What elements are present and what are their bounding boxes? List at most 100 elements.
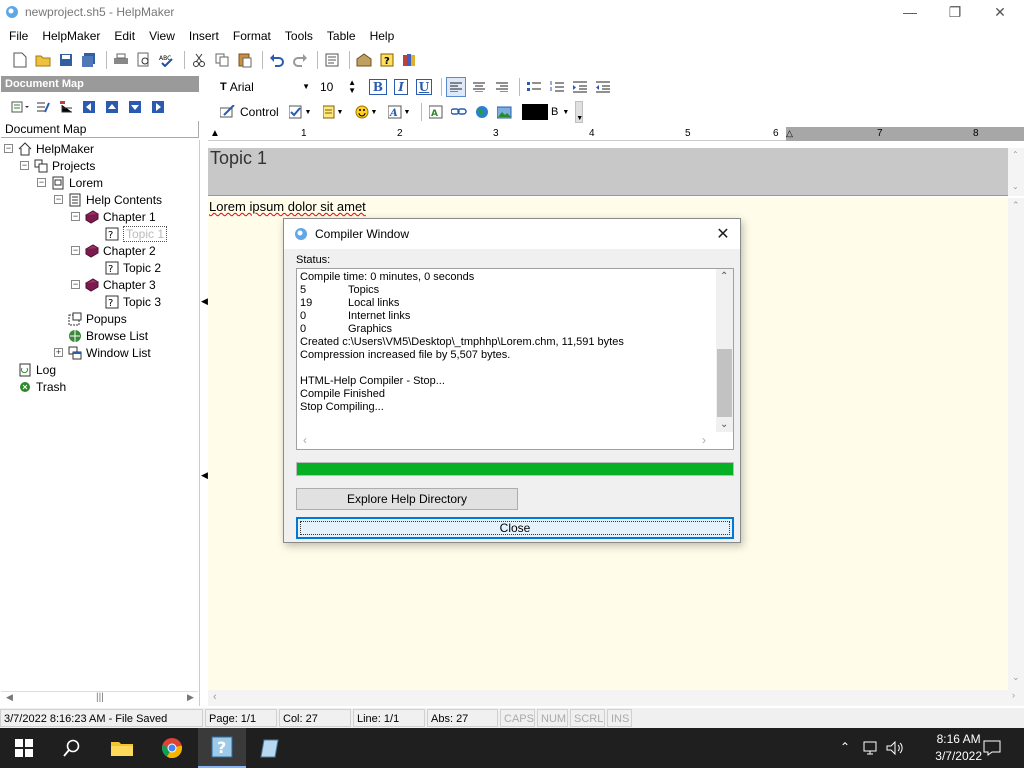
tree-list-icon[interactable] bbox=[56, 97, 76, 117]
compile-icon[interactable] bbox=[354, 50, 374, 70]
align-right-button[interactable] bbox=[492, 77, 512, 97]
tree-node-help-contents[interactable]: − Help Contents bbox=[54, 191, 162, 208]
numbered-list-button[interactable] bbox=[547, 77, 567, 97]
italic-button[interactable]: I bbox=[391, 77, 411, 97]
menu-helpmaker[interactable]: HelpMaker bbox=[35, 29, 107, 43]
chevron-down-icon[interactable]: ▼ bbox=[302, 82, 310, 91]
scroll-up-icon[interactable]: ⌃ bbox=[1012, 200, 1020, 211]
close-window-button[interactable]: ✕ bbox=[977, 0, 1023, 24]
save-icon[interactable] bbox=[56, 50, 76, 70]
helpmaker-taskbar-button[interactable]: ? bbox=[198, 728, 246, 768]
insert-note-button[interactable]: ▼ bbox=[318, 102, 348, 122]
log-horizontal-scrollbar[interactable]: ‹ › bbox=[297, 432, 717, 449]
underline-button[interactable]: U bbox=[414, 77, 434, 97]
tree-node-topic-3[interactable]: ? Topic 3 bbox=[105, 293, 161, 310]
scroll-down-icon[interactable]: ⌄ bbox=[1012, 672, 1020, 683]
tree-node-chapter-3[interactable]: − Chapter 3 bbox=[71, 276, 156, 293]
notifications-icon[interactable] bbox=[983, 740, 1001, 756]
print-preview-icon[interactable] bbox=[134, 50, 154, 70]
editor-vertical-scrollbar[interactable]: ⌃ ⌄ › bbox=[1008, 198, 1024, 706]
align-center-button[interactable] bbox=[469, 77, 489, 97]
left-panel-horizontal-scrollbar[interactable]: ◀ ||| ▶ bbox=[1, 691, 198, 706]
notepad-button[interactable] bbox=[246, 728, 294, 768]
scroll-left-icon[interactable]: ‹ bbox=[213, 691, 217, 703]
tree-node-trash[interactable]: Trash bbox=[18, 378, 66, 395]
collapse-toggle[interactable]: − bbox=[4, 144, 13, 153]
undo-icon[interactable] bbox=[267, 50, 287, 70]
file-explorer-button[interactable] bbox=[98, 728, 146, 768]
properties-icon[interactable] bbox=[322, 50, 342, 70]
font-size-combo[interactable]: 10 ▲ ▼ bbox=[310, 77, 356, 96]
collapse-panel-icon[interactable]: ◀ bbox=[201, 470, 208, 481]
print-icon[interactable] bbox=[111, 50, 131, 70]
menu-tools[interactable]: Tools bbox=[278, 29, 320, 43]
toolbar-overflow-icon[interactable]: ▼ bbox=[575, 101, 584, 123]
volume-icon[interactable] bbox=[886, 741, 904, 755]
move-left-icon[interactable] bbox=[79, 97, 99, 117]
dialog-close-icon[interactable]: ✕ bbox=[712, 224, 734, 244]
tree-node-popups[interactable]: Popups bbox=[68, 310, 127, 327]
tree-node-lorem[interactable]: − Lorem bbox=[37, 174, 103, 191]
menu-file[interactable]: File bbox=[0, 29, 35, 43]
tree-node-window-list[interactable]: + Window List bbox=[54, 344, 151, 361]
insert-field-button[interactable]: A bbox=[426, 102, 446, 122]
menu-table[interactable]: Table bbox=[320, 29, 363, 43]
editor-text[interactable]: Lorem ipsum dolor sit amet bbox=[208, 198, 1008, 214]
insert-web-link-button[interactable] bbox=[472, 102, 492, 122]
topic-title-scrollbar[interactable]: ⌃ ⌄ bbox=[1008, 148, 1024, 196]
tree-node-log[interactable]: Log bbox=[18, 361, 56, 378]
move-up-icon[interactable] bbox=[102, 97, 122, 117]
chevron-down-icon[interactable]: ▼ bbox=[562, 109, 569, 116]
insert-text-style-button[interactable]: A ▼ bbox=[384, 102, 414, 122]
scroll-right-icon[interactable]: › bbox=[1012, 690, 1015, 700]
control-button[interactable]: Control bbox=[210, 103, 285, 122]
paste-icon[interactable] bbox=[235, 50, 255, 70]
scroll-down-icon[interactable]: ⌄ bbox=[720, 419, 728, 430]
tree-node-topic-2[interactable]: ? Topic 2 bbox=[105, 259, 161, 276]
spinner-icon[interactable]: ▲ ▼ bbox=[348, 78, 356, 95]
chevron-down-icon[interactable]: ▼ bbox=[305, 109, 312, 116]
menu-help[interactable]: Help bbox=[363, 29, 402, 43]
scroll-left-icon[interactable]: ◀ bbox=[6, 692, 13, 703]
scroll-up-icon[interactable]: ⌃ bbox=[720, 271, 728, 282]
tree-node-browse-list[interactable]: Browse List bbox=[68, 327, 148, 344]
minimize-button[interactable]: — bbox=[887, 0, 933, 24]
log-scroll-thumb[interactable] bbox=[717, 349, 732, 417]
open-folder-icon[interactable] bbox=[33, 50, 53, 70]
scroll-down-icon[interactable]: ⌄ bbox=[1012, 182, 1019, 191]
tree-node-chapter-2[interactable]: − Chapter 2 bbox=[71, 242, 156, 259]
insert-image-button[interactable] bbox=[495, 102, 515, 122]
scroll-left-icon[interactable]: ‹ bbox=[303, 433, 307, 447]
insert-smiley-button[interactable]: ▼ bbox=[351, 102, 381, 122]
bold-button[interactable]: B bbox=[368, 77, 388, 97]
search-button[interactable] bbox=[48, 728, 96, 768]
outdent-button[interactable] bbox=[593, 77, 613, 97]
new-file-icon[interactable] bbox=[10, 50, 30, 70]
text-color-swatch[interactable] bbox=[522, 104, 548, 120]
collapse-toggle[interactable]: − bbox=[71, 212, 80, 221]
insert-checkbox-button[interactable]: ▼ bbox=[285, 102, 315, 122]
move-down-icon[interactable] bbox=[125, 97, 145, 117]
chevron-down-icon[interactable]: ▼ bbox=[337, 109, 344, 116]
topic-title[interactable]: Topic 1 bbox=[208, 148, 1008, 196]
bullet-list-button[interactable] bbox=[524, 77, 544, 97]
tree-node-helpmaker[interactable]: − HelpMaker bbox=[4, 140, 94, 157]
redo-icon[interactable] bbox=[290, 50, 310, 70]
expand-toggle[interactable]: + bbox=[54, 348, 63, 357]
chevron-down-icon[interactable]: ▼ bbox=[371, 109, 378, 116]
chrome-button[interactable] bbox=[148, 728, 196, 768]
ruler-start-marker[interactable]: ▲ bbox=[210, 128, 220, 139]
maximize-button[interactable]: ❐ bbox=[932, 0, 978, 24]
collapse-toggle[interactable]: − bbox=[37, 178, 46, 187]
help-icon[interactable]: ? bbox=[377, 50, 397, 70]
move-right-icon[interactable] bbox=[148, 97, 168, 117]
collapse-toggle[interactable]: − bbox=[20, 161, 29, 170]
books-icon[interactable] bbox=[400, 50, 420, 70]
scroll-up-icon[interactable]: ⌃ bbox=[1012, 150, 1019, 159]
collapse-toggle[interactable]: − bbox=[71, 280, 80, 289]
collapse-toggle[interactable]: − bbox=[54, 195, 63, 204]
tree-node-chapter-1[interactable]: − Chapter 1 bbox=[71, 208, 156, 225]
add-item-icon[interactable] bbox=[10, 97, 30, 117]
menu-insert[interactable]: Insert bbox=[182, 29, 226, 43]
system-clock[interactable]: 8:16 AM 3/7/2022 bbox=[935, 731, 982, 765]
